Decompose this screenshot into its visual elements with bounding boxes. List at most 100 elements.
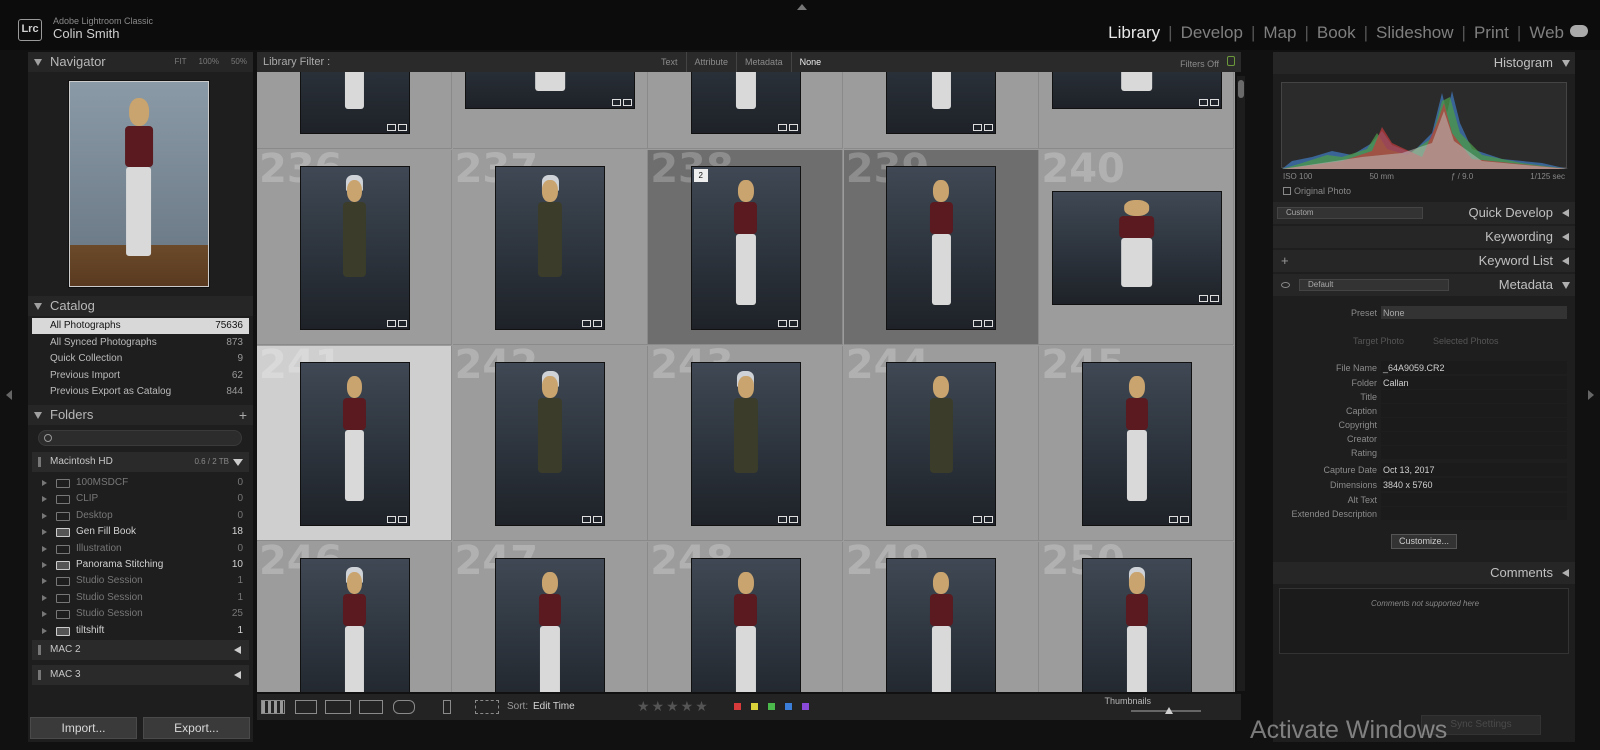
- photo-thumbnail[interactable]: [887, 363, 996, 525]
- keyword-badge-icon[interactable]: [386, 516, 396, 523]
- thumbnail-size-slider[interactable]: [1131, 707, 1201, 714]
- folder-item[interactable]: Studio Session 1: [32, 590, 249, 606]
- metadata-field-value[interactable]: [1381, 390, 1567, 403]
- color-label-purple[interactable]: [801, 702, 810, 711]
- eye-icon[interactable]: [1281, 282, 1290, 288]
- grid-cell[interactable]: 247: [453, 538, 648, 692]
- metadata-field-value[interactable]: _64A9059.CR2: [1381, 361, 1567, 374]
- collapse-volume-icon[interactable]: [234, 671, 241, 679]
- catalog-item[interactable]: All Photographs 75636: [32, 318, 249, 334]
- grid-cell[interactable]: 236: [257, 146, 452, 345]
- metadata-header[interactable]: Default Metadata: [1273, 274, 1575, 296]
- photo-thumbnail[interactable]: [496, 559, 605, 692]
- folder-disclosure-icon[interactable]: [42, 611, 47, 618]
- keyword-badge-icon[interactable]: [777, 320, 787, 327]
- grid-cell[interactable]: [648, 72, 844, 149]
- sort-dropdown[interactable]: Edit Time: [533, 701, 575, 712]
- develop-badge-icon[interactable]: [788, 320, 798, 327]
- catalog-item[interactable]: Quick Collection 9: [32, 351, 249, 367]
- photo-thumbnail[interactable]: [496, 363, 605, 525]
- develop-badge-icon[interactable]: [984, 320, 994, 327]
- develop-badge-icon[interactable]: [397, 124, 407, 131]
- original-photo-checkbox[interactable]: Original Photo: [1283, 186, 1351, 196]
- folder-disclosure-icon[interactable]: [42, 480, 47, 486]
- metadata-preset-dropdown[interactable]: None: [1381, 306, 1567, 319]
- metadata-set-dropdown[interactable]: Default: [1299, 279, 1449, 291]
- survey-view-icon[interactable]: [359, 700, 383, 714]
- stack-count-badge[interactable]: 2: [693, 169, 708, 182]
- compare-view-icon[interactable]: [325, 700, 351, 714]
- folder-item[interactable]: Studio Session 1: [32, 573, 249, 589]
- keyword-badge-icon[interactable]: [777, 516, 787, 523]
- photo-thumbnail[interactable]: [691, 72, 800, 133]
- module-map[interactable]: Map: [1263, 23, 1296, 43]
- keyword-badge-icon[interactable]: [777, 124, 787, 131]
- collapse-volume-icon[interactable]: [234, 646, 241, 654]
- slider-handle[interactable]: [1165, 707, 1173, 714]
- metadata-field-value[interactable]: [1381, 507, 1567, 520]
- grid-cell[interactable]: 244: [843, 342, 1039, 541]
- checkbox-icon[interactable]: [1283, 187, 1291, 195]
- folder-disclosure-icon[interactable]: [42, 496, 47, 503]
- grid-cell[interactable]: [843, 72, 1039, 149]
- color-label-blue[interactable]: [784, 702, 793, 711]
- develop-badge-icon[interactable]: [1209, 98, 1219, 106]
- develop-badge-icon[interactable]: [984, 124, 994, 131]
- metadata-field-value[interactable]: [1381, 446, 1567, 459]
- grid-cell[interactable]: 2382: [648, 146, 844, 345]
- folder-disclosure-icon[interactable]: [42, 529, 47, 536]
- filter-text[interactable]: Text: [653, 52, 687, 72]
- photo-thumbnail[interactable]: [887, 167, 996, 329]
- color-label-red[interactable]: [733, 702, 742, 711]
- module-library[interactable]: Library: [1108, 23, 1160, 43]
- rating-stars[interactable]: ★★★★★: [637, 698, 710, 715]
- develop-badge-icon[interactable]: [623, 98, 633, 106]
- develop-badge-icon[interactable]: [1179, 516, 1189, 523]
- photo-thumbnail[interactable]: [300, 167, 409, 329]
- filter-metadata[interactable]: Metadata: [737, 52, 792, 72]
- photo-thumbnail[interactable]: [300, 363, 409, 525]
- keyword-badge-icon[interactable]: [973, 516, 983, 523]
- grid-cell[interactable]: 245: [1039, 342, 1235, 541]
- folder-disclosure-icon[interactable]: [42, 578, 47, 585]
- develop-badge-icon[interactable]: [397, 320, 407, 327]
- module-book[interactable]: Book: [1317, 23, 1356, 43]
- filter-attribute[interactable]: Attribute: [687, 52, 738, 72]
- scrollbar-thumb[interactable]: [1238, 80, 1244, 98]
- zoom-50[interactable]: 50%: [231, 52, 247, 72]
- develop-badge-icon[interactable]: [788, 516, 798, 523]
- metadata-field-value[interactable]: [1381, 432, 1567, 445]
- navigator-header[interactable]: Navigator FIT 100% 50%: [28, 52, 253, 72]
- folder-disclosure-icon[interactable]: [42, 594, 47, 601]
- grid-cell[interactable]: 246: [257, 538, 452, 692]
- metadata-field-value[interactable]: Callan: [1381, 376, 1567, 389]
- folder-item[interactable]: Desktop 0: [32, 508, 249, 524]
- photo-thumbnail[interactable]: [300, 559, 409, 692]
- navigator-preview[interactable]: [69, 81, 209, 287]
- grid-cell[interactable]: [452, 72, 648, 149]
- saved-preset-dropdown[interactable]: Custom: [1277, 207, 1423, 219]
- develop-badge-icon[interactable]: [788, 124, 798, 131]
- export-button[interactable]: Export...: [143, 717, 250, 739]
- metadata-field-value[interactable]: [1381, 418, 1567, 431]
- keyword-badge-icon[interactable]: [612, 98, 622, 106]
- keyword-badge-icon[interactable]: [973, 124, 983, 131]
- module-slideshow[interactable]: Slideshow: [1376, 23, 1454, 43]
- grid-cell[interactable]: 248: [648, 538, 844, 692]
- people-view-icon[interactable]: [393, 700, 415, 714]
- grid-cell[interactable]: [1039, 72, 1235, 149]
- grid-cell[interactable]: 240: [1039, 146, 1235, 345]
- keyword-badge-icon[interactable]: [1198, 294, 1208, 302]
- photo-thumbnail[interactable]: [887, 72, 996, 133]
- keyword-badge-icon[interactable]: [1168, 516, 1178, 523]
- module-web[interactable]: Web: [1529, 23, 1564, 43]
- folder-search-input[interactable]: [38, 430, 242, 446]
- add-keyword-plus-icon[interactable]: +: [1281, 250, 1289, 272]
- photo-thumbnail[interactable]: [691, 559, 800, 692]
- grid-cell[interactable]: 243: [648, 342, 844, 541]
- grid-cell[interactable]: 237: [452, 146, 648, 345]
- zoom-100[interactable]: 100%: [199, 52, 219, 72]
- volume-mac2[interactable]: MAC 2: [32, 640, 249, 660]
- module-develop[interactable]: Develop: [1181, 23, 1243, 43]
- grid-cell[interactable]: 239: [843, 146, 1039, 345]
